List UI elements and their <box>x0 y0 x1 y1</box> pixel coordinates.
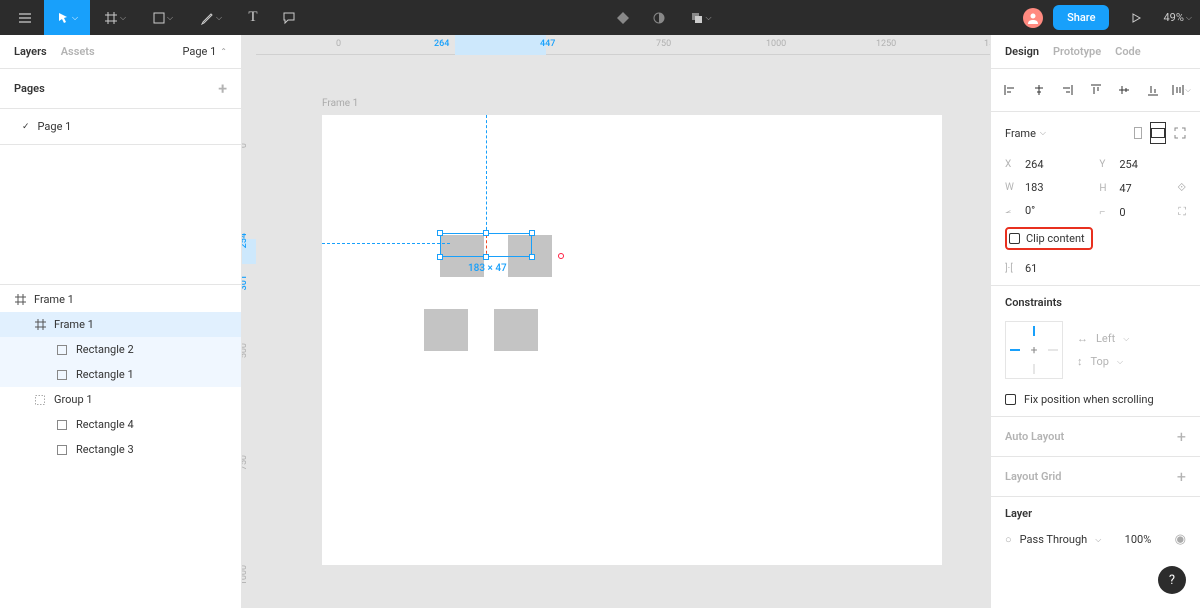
design-panel: Design Prototype Code ⌵ Frame⌵ <box>990 35 1200 608</box>
link-dimensions-icon[interactable]: ⟐ <box>1177 181 1186 195</box>
w-input[interactable]: 183 <box>1025 181 1075 194</box>
frame-type-selector[interactable]: Frame⌵ <box>1005 127 1046 140</box>
auto-layout-label: Auto Layout <box>1005 430 1064 443</box>
distribute-icon[interactable]: ⌵ <box>1170 79 1192 101</box>
clip-content-toggle[interactable]: Clip content <box>1005 227 1093 250</box>
y-input[interactable]: 254 <box>1119 158 1169 171</box>
frame-icon <box>14 294 26 306</box>
frame-tool[interactable]: ⌵ <box>92 0 138 35</box>
layer-rect[interactable]: Rectangle 2 <box>0 337 241 362</box>
move-tool[interactable]: ⌵ <box>44 0 90 35</box>
layer-frame-top[interactable]: Frame 1 <box>0 287 241 312</box>
frame-icon <box>34 319 46 331</box>
help-button[interactable]: ? <box>1158 566 1186 594</box>
layer-rect[interactable]: Rectangle 3 <box>0 437 241 462</box>
opacity-input[interactable]: 100% <box>1125 533 1152 546</box>
ruler-vertical: 0 254 301 500 750 1000 <box>242 55 256 608</box>
pages-header: Pages <box>14 82 45 95</box>
rectangle[interactable] <box>424 309 468 351</box>
x-input[interactable]: 264 <box>1025 158 1075 171</box>
selection-box[interactable] <box>440 233 532 257</box>
constraint-v-select[interactable]: ↕Top⌵ <box>1077 355 1129 368</box>
tab-layers[interactable]: Layers <box>14 45 47 58</box>
top-toolbar: ⌵ ⌵ ⌵ ⌵ T ⌵ Share 49%⌵ <box>0 0 1200 35</box>
layer-rect[interactable]: Rectangle 1 <box>0 362 241 387</box>
shape-tool[interactable]: ⌵ <box>140 0 186 35</box>
selection-dimensions: 183 × 47 <box>468 263 507 274</box>
layer-section-title: Layer <box>1005 507 1186 520</box>
layer-rect[interactable]: Rectangle 4 <box>0 412 241 437</box>
text-tool[interactable]: T <box>236 0 270 35</box>
align-left-icon[interactable] <box>999 79 1021 101</box>
layers-list: Frame 1 Frame 1 Rectangle 2 Rectangle 1 … <box>0 285 241 608</box>
anchor-indicator <box>558 253 564 259</box>
layer-group[interactable]: Group 1 <box>0 387 241 412</box>
frame-label[interactable]: Frame 1 <box>322 98 358 109</box>
fix-position-label: Fix position when scrolling <box>1024 393 1154 406</box>
page-row[interactable]: ✓Page 1 <box>0 113 241 140</box>
pen-tool[interactable]: ⌵ <box>188 0 234 35</box>
radius-input[interactable]: 0 <box>1119 206 1169 219</box>
align-right-icon[interactable] <box>1056 79 1078 101</box>
canvas[interactable]: 0 264 447 750 1000 1250 1500 0 254 301 5… <box>242 35 990 608</box>
add-page-button[interactable]: + <box>218 79 227 98</box>
align-hcenter-icon[interactable] <box>1028 79 1050 101</box>
tab-code[interactable]: Code <box>1115 45 1141 58</box>
tab-prototype[interactable]: Prototype <box>1053 45 1101 58</box>
constraint-h-select[interactable]: ↔Left⌵ <box>1077 332 1129 345</box>
avatar[interactable] <box>1023 8 1043 28</box>
tab-assets[interactable]: Assets <box>61 45 95 58</box>
components-icon[interactable] <box>606 0 640 35</box>
rectangle-icon <box>56 444 68 456</box>
menu-button[interactable] <box>8 0 42 35</box>
alignment-row: ⌵ <box>991 69 1200 112</box>
rectangle-icon <box>56 369 68 381</box>
boolean-tool[interactable]: ⌵ <box>678 0 724 35</box>
orient-landscape[interactable] <box>1150 122 1166 144</box>
blend-mode-select[interactable]: ○ Pass Through ⌵ <box>1005 533 1101 546</box>
constraints-title: Constraints <box>1005 296 1186 309</box>
fix-position-checkbox[interactable] <box>1005 394 1016 405</box>
left-panel: Layers Assets Page 1⌃ Pages + ✓Page 1 Fr… <box>0 35 242 608</box>
page-indicator[interactable]: Page 1⌃ <box>183 45 228 58</box>
align-top-icon[interactable] <box>1085 79 1107 101</box>
zoom-level[interactable]: 49%⌵ <box>1163 11 1192 24</box>
resize-to-fit-icon[interactable] <box>1174 127 1186 139</box>
align-bottom-icon[interactable] <box>1142 79 1164 101</box>
rectangle[interactable] <box>494 309 538 351</box>
add-auto-layout[interactable]: + <box>1177 427 1186 446</box>
checkbox-icon <box>1009 233 1020 244</box>
mask-icon[interactable] <box>642 0 676 35</box>
constraints-widget[interactable]: + <box>1005 321 1063 379</box>
layout-grid-label: Layout Grid <box>1005 470 1061 483</box>
spacing-input[interactable]: 61 <box>1025 262 1075 275</box>
spacing-icon: ]·[ <box>1005 263 1017 274</box>
h-input[interactable]: 47 <box>1119 182 1169 195</box>
visibility-icon[interactable]: ◉ <box>1175 532 1186 547</box>
rotation-icon: ⦟ <box>1005 205 1017 216</box>
add-layout-grid[interactable]: + <box>1177 467 1186 486</box>
rectangle-icon <box>56 419 68 431</box>
rectangle-icon <box>56 344 68 356</box>
share-button[interactable]: Share <box>1053 5 1109 30</box>
group-icon <box>34 394 46 406</box>
layer-frame[interactable]: Frame 1 <box>0 312 241 337</box>
blend-icon: ○ <box>1005 533 1012 546</box>
artboard-frame[interactable]: Frame 1 <box>322 115 942 565</box>
independent-corners-icon[interactable]: ⛶ <box>1178 205 1186 219</box>
rotation-input[interactable]: 0° <box>1025 204 1075 217</box>
present-button[interactable] <box>1119 0 1153 35</box>
radius-icon: ⌐ <box>1099 207 1111 218</box>
comment-tool[interactable] <box>272 0 306 35</box>
ruler-h-selection <box>455 35 546 55</box>
align-vcenter-icon[interactable] <box>1113 79 1135 101</box>
ruler-horizontal: 0 264 447 750 1000 1250 1500 <box>256 35 990 55</box>
tab-design[interactable]: Design <box>1005 45 1039 58</box>
orient-portrait[interactable] <box>1130 122 1146 144</box>
